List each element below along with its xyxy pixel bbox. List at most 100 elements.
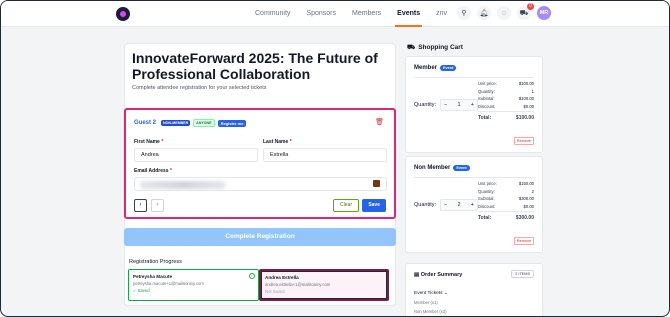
increment-button[interactable]: + bbox=[471, 202, 474, 208]
progress-card-name: Andrea Estrella bbox=[265, 275, 299, 280]
subtotal-value: $300.00 bbox=[518, 196, 534, 202]
total-label: Total: bbox=[478, 215, 492, 222]
guest-form: Guest 2 NON-MEMBER ANYONE Register me 🗑︎… bbox=[124, 108, 396, 219]
non-member-badge: NON-MEMBER bbox=[161, 120, 191, 126]
guest-pager: ‹ › bbox=[134, 199, 164, 212]
quantity-row: Quantity: − 2 + bbox=[414, 199, 479, 211]
discount-value: $0.00 bbox=[523, 203, 534, 209]
progress-card-email: petreysha.macute+1@mailsoniny.com bbox=[133, 281, 204, 286]
trash-icon[interactable]: 🗑︎ bbox=[375, 118, 384, 126]
remove-button[interactable]: Remove bbox=[513, 137, 534, 145]
cart-item-member: Member Event Quantity: − 1 + Unit price: $… bbox=[405, 56, 543, 153]
quantity-line-label: Quantity: bbox=[478, 188, 495, 194]
register-me-button[interactable]: Register me bbox=[217, 119, 247, 127]
cart-icon: ⛟ bbox=[407, 44, 416, 51]
quantity-label: Quantity: bbox=[414, 102, 437, 108]
last-name-label: Last Name * bbox=[263, 139, 292, 145]
guest-header: Guest 2 NON-MEMBER ANYONE Register me bbox=[134, 119, 247, 127]
subtotal-value: $100.00 bbox=[518, 96, 534, 102]
subtotal-label: Subtotal: bbox=[478, 96, 495, 102]
unit-price-value: $100.00 bbox=[518, 81, 534, 86]
progress-card-email: andrea.estrella+1@mailsoniny.com bbox=[265, 282, 331, 287]
app-window: Community Sponsors Members Events znv ⚲ … bbox=[0, 0, 670, 317]
shopping-cart-title: ⛟ Shopping Cart bbox=[407, 44, 463, 51]
remove-button[interactable]: Remove bbox=[513, 237, 534, 245]
cart-item-name: Non Member Event bbox=[414, 165, 470, 171]
nav-community[interactable]: Community bbox=[253, 1, 292, 27]
registration-progress-title: Registration Progress bbox=[129, 259, 182, 265]
order-summary-title: ▤ Order Summary bbox=[414, 272, 463, 278]
receipt-icon: ▤ bbox=[414, 272, 421, 278]
nav-icons: ⚲ 🔔︎ ◌ ⛟ 0 MR bbox=[457, 3, 551, 20]
check-icon: ✓ bbox=[249, 273, 255, 279]
quantity-stepper[interactable]: − 2 + bbox=[440, 199, 479, 211]
items-count-badge: 2 ITEMS bbox=[511, 270, 534, 278]
prev-guest-button[interactable]: ‹ bbox=[134, 199, 147, 212]
discount-value: $0.00 bbox=[523, 103, 534, 109]
total-value: $300.00 bbox=[515, 215, 534, 222]
price-lines: Unit price: $150.00 Quantity: 2 Subtotal: $… bbox=[478, 181, 534, 221]
nav-znv[interactable]: znv bbox=[434, 1, 449, 27]
event-badge: Event bbox=[453, 165, 470, 171]
nav-members[interactable]: Members bbox=[350, 1, 383, 27]
total-label: Total: bbox=[478, 115, 492, 122]
progress-card-name: Petreysha Macute bbox=[133, 274, 173, 279]
progress-card-status: Not Saved bbox=[265, 289, 285, 294]
cart-item-name: Member Event bbox=[414, 65, 457, 71]
quantity-value: 2 bbox=[457, 202, 461, 208]
decrement-button[interactable]: − bbox=[444, 202, 447, 208]
order-summary: ▤ Order Summary 2 ITEMS Event Tickets ⌄ … bbox=[405, 263, 543, 316]
unit-price-label: Unit price: bbox=[478, 81, 497, 86]
bell-icon[interactable]: 🔔︎ bbox=[477, 6, 491, 20]
divider bbox=[414, 177, 534, 178]
unit-price-value: $150.00 bbox=[518, 181, 534, 186]
discount-label: Discount: bbox=[478, 103, 496, 109]
next-guest-button[interactable]: › bbox=[151, 199, 164, 212]
cart-icon[interactable]: ⛟ 0 bbox=[517, 3, 534, 20]
first-name-label: First Name * bbox=[134, 139, 164, 145]
autofill-key-icon[interactable] bbox=[373, 180, 380, 187]
order-line-item: Non Member (x2) bbox=[414, 309, 447, 314]
event-badge: Event bbox=[440, 65, 457, 71]
nav-links: Community Sponsors Members Events znv bbox=[253, 1, 449, 27]
decrement-button[interactable]: − bbox=[444, 102, 447, 108]
total-value: $100.00 bbox=[515, 115, 534, 122]
nav-events[interactable]: Events bbox=[395, 1, 423, 27]
cart-count-badge: 0 bbox=[527, 3, 534, 10]
logo[interactable] bbox=[116, 7, 130, 21]
avatar[interactable]: MR bbox=[537, 6, 551, 20]
quantity-label: Quantity: bbox=[414, 202, 437, 208]
quantity-stepper[interactable]: − 1 + bbox=[440, 99, 479, 111]
clear-button[interactable]: Clear bbox=[333, 199, 359, 212]
redacted-email bbox=[140, 181, 226, 189]
last-name-input[interactable]: Estrella bbox=[263, 148, 387, 162]
top-nav: Community Sponsors Members Events znv ⚲ … bbox=[1, 1, 669, 27]
discount-label: Discount: bbox=[478, 203, 496, 209]
page-title: InnovateForward 2025: The Future of Prof… bbox=[132, 50, 378, 82]
subtotal-label: Subtotal: bbox=[478, 196, 495, 202]
chat-icon[interactable]: ◌ bbox=[497, 6, 511, 20]
email-label: Email Address * bbox=[134, 168, 172, 174]
quantity-row: Quantity: − 1 + bbox=[414, 99, 479, 111]
divider bbox=[414, 77, 534, 78]
order-line-item: Member (x1) bbox=[414, 300, 438, 305]
nav-sponsors[interactable]: Sponsors bbox=[304, 1, 338, 27]
quantity-line-value: 2 bbox=[531, 188, 534, 194]
event-tickets-toggle[interactable]: Event Tickets ⌄ bbox=[414, 291, 448, 296]
progress-card[interactable]: Andrea Estrella andrea.estrella+1@mailso… bbox=[259, 269, 389, 301]
save-button[interactable]: Save bbox=[362, 199, 386, 212]
page-subtitle: Complete attendee registration for your … bbox=[132, 85, 267, 91]
price-lines: Unit price: $100.00 Quantity: 1 Subtotal: $… bbox=[478, 81, 534, 121]
chevron-down-icon: ⌄ bbox=[443, 291, 448, 296]
progress-card[interactable]: Petreysha Macute petreysha.macute+1@mail… bbox=[128, 269, 259, 301]
progress-card-status: ✓ Saved bbox=[133, 288, 150, 293]
search-icon[interactable]: ⚲ bbox=[457, 6, 471, 20]
cart-item-non-member: Non Member Event Quantity: − 2 + Unit pri… bbox=[405, 156, 543, 253]
anyone-badge: ANYONE bbox=[193, 119, 215, 127]
first-name-input[interactable]: Andrea bbox=[134, 148, 258, 162]
complete-registration-button[interactable]: Complete Registration bbox=[124, 228, 396, 246]
increment-button[interactable]: + bbox=[471, 102, 474, 108]
unit-price-label: Unit price: bbox=[478, 181, 497, 186]
quantity-line-label: Quantity: bbox=[478, 88, 495, 94]
guest-title: Guest 2 bbox=[134, 120, 157, 126]
